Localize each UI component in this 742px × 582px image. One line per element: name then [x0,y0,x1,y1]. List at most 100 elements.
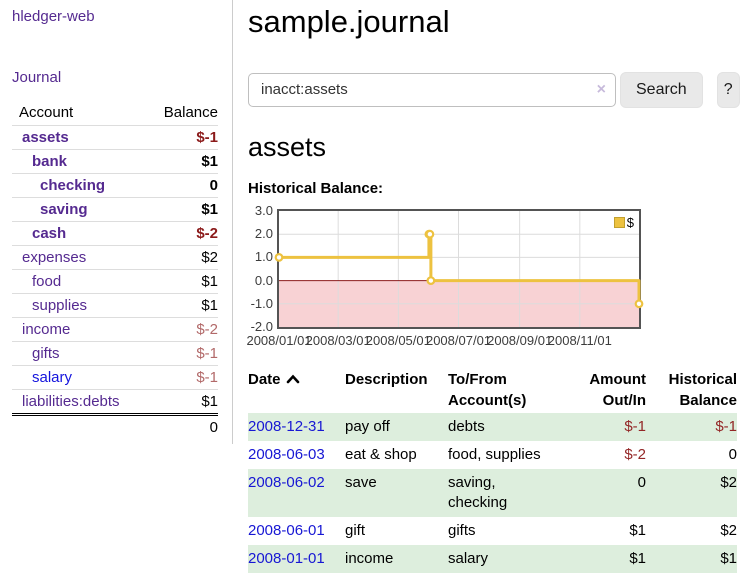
transaction-balance: $2 [646,517,737,545]
transaction-date-link[interactable]: 2008-12-31 [248,418,325,435]
account-link-cash[interactable]: cash [32,225,66,242]
x-tick-label: 2008/09/01 [487,333,552,348]
col-header-date[interactable]: Date [248,367,345,413]
legend-swatch-icon [614,217,625,228]
account-balance: $-2 [149,318,218,342]
transaction-description: eat & shop [345,441,448,469]
account-row: assets $-1 [12,126,218,150]
register-table: Date Description To/From Account(s) Amou… [248,367,737,573]
account-row: income $-2 [12,318,218,342]
account-link-supplies[interactable]: supplies [32,297,87,314]
page: hledger-web Journal Account Balance asse… [0,0,742,573]
chart-plot-svg [279,211,639,327]
account-row: expenses $2 [12,246,218,270]
account-balance: $-2 [149,222,218,246]
account-row: food $1 [12,270,218,294]
account-balance: $-1 [149,126,218,150]
col-header-amount: Amount Out/In [580,367,646,413]
transaction-row: 2008-06-03 eat & shop food, supplies $-2… [248,441,737,469]
account-link-bank[interactable]: bank [32,153,67,170]
account-balance: 0 [149,174,218,198]
transaction-amount: $-1 [580,413,646,441]
transaction-description: gift [345,517,448,545]
y-tick-label: 1.0 [255,249,273,265]
page-title: sample.journal [248,4,742,40]
account-balance: $-1 [149,342,218,366]
transaction-amount: $-2 [580,441,646,469]
chart-y-axis: 3.02.01.00.0-1.0-2.0 [248,211,273,327]
transaction-accounts: food, supplies [448,441,580,469]
account-balance: $2 [149,246,218,270]
legend-label: $ [627,215,634,230]
transaction-accounts: debts [448,413,580,441]
transaction-date-link[interactable]: 2008-06-03 [248,446,325,463]
account-link-food[interactable]: food [32,273,61,290]
account-link-expenses[interactable]: expenses [22,249,86,266]
transaction-accounts: gifts [448,517,580,545]
search-button[interactable]: Search [620,72,703,108]
account-link-checking[interactable]: checking [40,177,105,194]
account-balance: $-1 [149,366,218,390]
x-tick-label: 2008/11/01 [548,333,612,348]
clear-search-icon[interactable]: × [597,80,606,100]
account-row: checking 0 [12,174,218,198]
x-tick-label: 2008/03/01 [306,333,371,348]
account-balance: $1 [149,150,218,174]
register-header-row: Date Description To/From Account(s) Amou… [248,367,737,413]
account-row: salary $-1 [12,366,218,390]
account-row: cash $-2 [12,222,218,246]
chart-plot-area: $ [277,209,641,329]
account-row: supplies $1 [12,294,218,318]
accounts-col-header: Account [12,101,149,126]
col-header-balance: Historical Balance [646,367,737,413]
account-link-gifts[interactable]: gifts [32,345,60,362]
y-tick-label: -1.0 [251,296,273,312]
account-balance: $1 [149,198,218,222]
y-tick-label: 2.0 [255,226,273,242]
search-input[interactable] [248,73,616,107]
y-tick-label: 3.0 [255,203,273,219]
account-link-assets[interactable]: assets [22,129,69,146]
chart-legend: $ [612,214,636,231]
transaction-balance: $-1 [646,413,737,441]
balance-col-header: Balance [149,101,218,126]
app-title-link[interactable]: hledger-web [12,8,218,25]
account-balance: $1 [149,390,218,415]
account-heading: assets [248,132,742,162]
transaction-description: save [345,469,448,517]
accounts-table: Account Balance assets $-1 bank $1 check… [12,101,218,439]
transaction-amount: 0 [580,469,646,517]
account-link-salary[interactable]: salary [32,369,72,386]
transaction-row: 2008-06-02 save saving, checking 0 $2 [248,469,737,517]
x-tick-label: 2008/05/01 [366,333,431,348]
x-tick-label: 2008/07/01 [426,333,491,348]
transaction-row: 2008-06-01 gift gifts $1 $2 [248,517,737,545]
account-row: bank $1 [12,150,218,174]
transaction-accounts: salary [448,545,580,573]
transaction-row: 2008-12-31 pay off debts $-1 $-1 [248,413,737,441]
account-link-saving[interactable]: saving [40,201,88,218]
historical-balance-label: Historical Balance: [248,180,742,197]
sidebar: hledger-web Journal Account Balance asse… [0,0,233,444]
transaction-date-link[interactable]: 2008-06-02 [248,474,325,491]
main-content: sample.journal × Search ? assets Histori… [233,0,742,573]
accounts-total-value: 0 [149,415,218,440]
transaction-description: pay off [345,413,448,441]
transaction-amount: $1 [580,545,646,573]
y-tick-label: 0.0 [255,273,273,289]
transaction-balance: $2 [646,469,737,517]
transaction-date-link[interactable]: 2008-06-01 [248,522,325,539]
transaction-date-link[interactable]: 2008-01-01 [248,550,325,567]
transaction-balance: 0 [646,441,737,469]
transaction-accounts: saving, checking [448,469,580,517]
col-header-description: Description [345,367,448,413]
search-bar: × Search ? [248,71,742,108]
account-link-income[interactable]: income [22,321,70,338]
col-header-accounts: To/From Account(s) [448,367,580,413]
help-button[interactable]: ? [717,72,740,108]
transaction-amount: $1 [580,517,646,545]
sidebar-item-journal[interactable]: Journal [12,69,61,86]
account-link-liabilities-debts[interactable]: liabilities:debts [22,393,120,410]
account-row: saving $1 [12,198,218,222]
account-balance: $1 [149,294,218,318]
